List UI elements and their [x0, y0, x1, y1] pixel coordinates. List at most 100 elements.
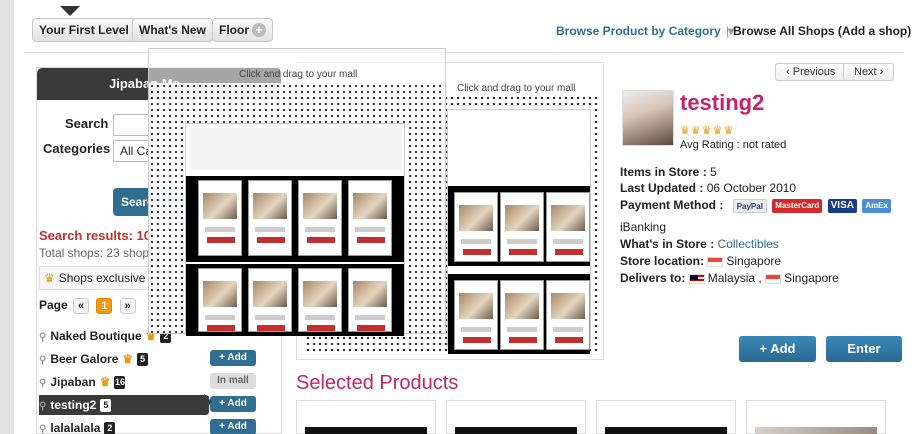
product-card	[248, 268, 292, 332]
overlay-mall-page	[185, 123, 405, 336]
amex-icon: AmEx	[862, 198, 892, 213]
tab-pointer-icon	[60, 6, 80, 16]
crown-icon: ♛	[99, 375, 111, 389]
delivers-separator: ,	[758, 271, 762, 285]
selected-product-card[interactable]	[596, 400, 736, 434]
drag-preview-overlay[interactable]: Click and drag to your mall	[148, 48, 446, 336]
whats-label: What's in Store :	[620, 237, 715, 251]
pagination: Page « 1 »	[39, 298, 138, 314]
singapore-flag-icon	[707, 256, 724, 267]
search-input[interactable]	[113, 114, 153, 136]
overlay-row	[186, 264, 404, 336]
floor-label: Floor	[219, 23, 249, 37]
whats-in-store: What's in Store : Collectibles	[620, 237, 779, 251]
crown-icon: ♛	[122, 352, 134, 366]
add-shop-button[interactable]: + Add	[210, 396, 256, 412]
preview-row	[448, 274, 590, 354]
product-card	[198, 268, 242, 332]
product-image	[455, 427, 577, 434]
shop-name: lalalalala	[50, 421, 101, 434]
add-shop-button[interactable]: + Add	[210, 419, 256, 434]
mastercard-icon: MasterCard	[772, 198, 823, 213]
page-prev-button[interactable]: «	[73, 298, 90, 314]
in-mall-label: In mall	[210, 373, 256, 389]
shop-badge: 5	[100, 399, 112, 413]
location-label: Store location:	[620, 254, 705, 268]
product-image	[305, 427, 427, 434]
collectibles-link[interactable]: Collectibles	[718, 237, 779, 251]
shop-thumbnail	[622, 90, 674, 146]
product-card	[298, 180, 342, 256]
shop-badge: 16	[114, 376, 126, 390]
categories-select[interactable]: All Ca	[113, 140, 153, 162]
last-updated: Last Updated : 06 October 2010	[620, 181, 796, 195]
shop-list-item-selected[interactable]: ⚲ testing2 5	[39, 395, 209, 415]
whats-new-tab[interactable]: What's New	[132, 18, 213, 42]
floor-tab[interactable]: Floor +	[212, 18, 273, 42]
total-shops: Total shops: 23 shop	[39, 246, 150, 260]
shop-name: Jipaban	[50, 375, 96, 389]
enter-shop-button[interactable]: Enter	[826, 336, 902, 362]
delivers-singapore: Singapore	[784, 271, 839, 285]
delivers-to: Delivers to: Malaysia , Singapore	[620, 271, 839, 285]
product-card	[500, 280, 544, 350]
shop-name: testing2	[50, 398, 97, 412]
rating-stars-icon: ♛♛♛♛♛	[680, 125, 735, 137]
browse-category-label: Browse Product by Category	[556, 24, 721, 38]
product-card	[198, 180, 242, 256]
overlay-row	[186, 176, 404, 262]
browse-all-shops-link[interactable]: Browse All Shops (Add a shop)	[733, 24, 911, 38]
selected-product-card[interactable]	[746, 400, 886, 434]
product-card	[348, 268, 392, 332]
product-card	[546, 280, 590, 350]
overlay-shop-header	[190, 128, 402, 170]
selected-products-heading: Selected Products	[296, 372, 459, 394]
crown-icon: ♛	[44, 271, 55, 285]
payment-label: Payment Method :	[620, 198, 724, 212]
previous-button[interactable]: ‹ Previous	[775, 63, 847, 81]
product-image	[605, 427, 727, 434]
search-icon: ⚲	[39, 332, 47, 343]
avg-rating: Avg Rating : not rated	[680, 139, 787, 151]
mall-preview-page[interactable]	[447, 109, 591, 354]
shop-badge: 2	[104, 422, 116, 434]
add-shop-main-button[interactable]: + Add	[739, 336, 816, 362]
updated-value: 06 October 2010	[706, 181, 797, 195]
selected-product-card[interactable]	[446, 400, 586, 434]
shop-name: Beer Galore	[50, 352, 119, 366]
exclusive-label: Shops exclusive to	[58, 271, 159, 285]
paypal-icon: PayPal	[732, 198, 767, 213]
product-card	[454, 192, 498, 262]
product-card	[454, 280, 498, 350]
product-card	[500, 192, 544, 262]
location-value: Singapore	[726, 254, 782, 268]
selected-arrow-icon	[204, 394, 212, 410]
your-first-level-tab[interactable]: Your First Level	[32, 18, 136, 42]
items-label: Items in Store :	[620, 165, 707, 179]
categories-label: Categories	[43, 141, 111, 156]
items-in-store: Items in Store : 5	[620, 165, 717, 179]
search-label: Search	[65, 116, 109, 131]
nav-divider: |	[726, 24, 730, 38]
search-icon: ⚲	[39, 424, 47, 434]
ibanking: iBanking	[620, 220, 667, 234]
browse-category-link[interactable]: Browse Product by Category ▾	[556, 24, 734, 38]
shop-badge: 5	[137, 353, 149, 367]
product-card	[298, 268, 342, 332]
search-icon: ⚲	[39, 355, 47, 366]
page-next-button[interactable]: »	[119, 298, 136, 314]
items-value: 5	[710, 165, 717, 179]
delivers-malaysia: Malaysia	[707, 271, 756, 285]
selected-product-card[interactable]	[296, 400, 436, 434]
search-results-count: Search results: 10	[39, 228, 152, 243]
next-label: Next	[854, 66, 877, 78]
page-current-button[interactable]: 1	[96, 298, 113, 314]
preview-row	[448, 186, 590, 266]
chevron-right-icon: ›	[876, 66, 884, 78]
product-image	[755, 427, 877, 434]
shop-title: testing2	[680, 90, 765, 115]
updated-label: Last Updated :	[620, 181, 704, 195]
next-button[interactable]: Next ›	[843, 63, 895, 81]
add-shop-button[interactable]: + Add	[210, 350, 256, 366]
product-card	[546, 192, 590, 262]
